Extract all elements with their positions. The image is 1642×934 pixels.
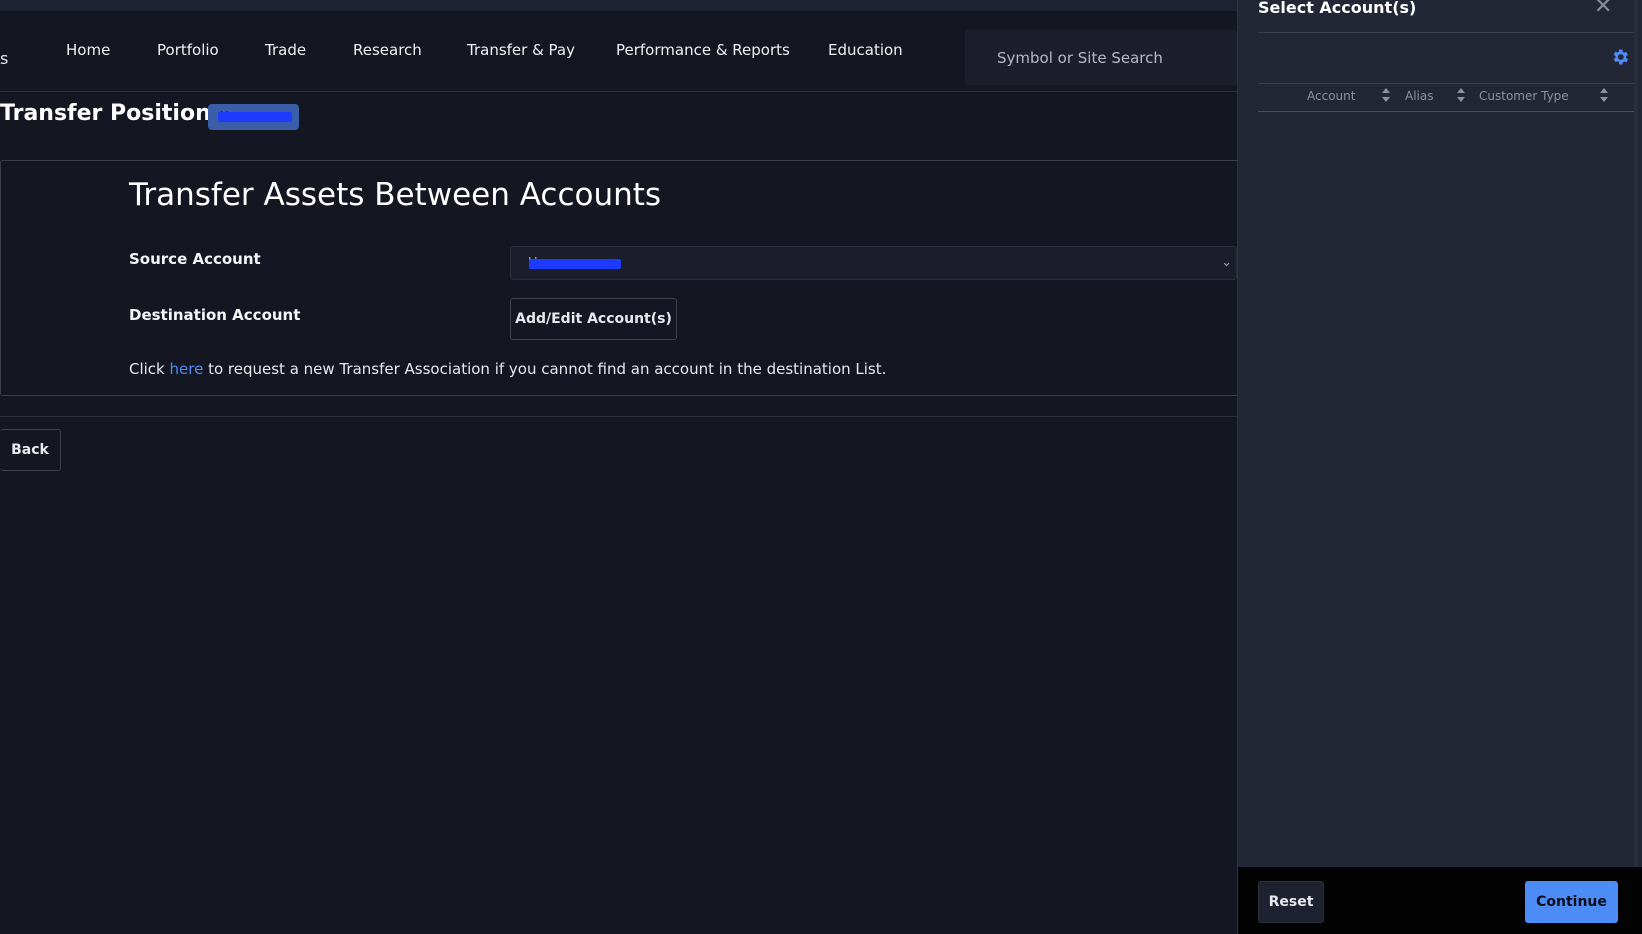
request-association-link[interactable]: here (170, 360, 204, 378)
nav-item-trade[interactable]: Trade (265, 41, 306, 59)
account-badge: U (208, 104, 299, 130)
sort-icon[interactable] (1456, 87, 1466, 103)
column-header-customer-type[interactable]: Customer Type (1479, 89, 1569, 103)
top-strip (0, 0, 1237, 11)
source-account-label: Source Account (129, 250, 261, 268)
sort-icon[interactable] (1599, 87, 1609, 103)
nav-item-home[interactable]: Home (66, 41, 110, 59)
reset-button[interactable]: Reset (1258, 881, 1324, 923)
nav-item-transfer-pay[interactable]: Transfer & Pay (467, 41, 575, 59)
form-heading: Transfer Assets Between Accounts (129, 177, 662, 213)
gear-icon[interactable] (1610, 47, 1630, 67)
nav-item-performance-reports[interactable]: Performance & Reports (616, 41, 790, 59)
search-input[interactable] (965, 30, 1237, 85)
select-accounts-panel: Select Account(s) ✕ Account Alias Custom… (1237, 0, 1642, 934)
site-search[interactable] (965, 30, 1237, 85)
table-header-bottom-rule (1258, 111, 1638, 112)
hint-text-before: Click (129, 360, 170, 378)
destination-account-label: Destination Account (129, 306, 301, 324)
continue-button[interactable]: Continue (1525, 881, 1618, 923)
nav-item-education[interactable]: Education (828, 41, 903, 59)
chevron-down-icon: ⌄ (1221, 255, 1232, 270)
transfer-association-hint: Click here to request a new Transfer Ass… (129, 360, 886, 378)
section-divider (0, 416, 1237, 417)
redaction-mark (529, 259, 621, 269)
page-title: Transfer Positions (0, 101, 224, 126)
add-edit-accounts-button[interactable]: Add/Edit Account(s) (510, 298, 677, 340)
panel-footer: Reset Continue (1238, 867, 1642, 934)
panel-title: Select Account(s) (1258, 0, 1417, 17)
nav-item-research[interactable]: Research (353, 41, 422, 59)
back-button[interactable]: Back (0, 429, 61, 471)
panel-scrollbar[interactable] (1634, 0, 1638, 867)
table-header-top-rule (1258, 83, 1638, 84)
top-navigation: s Home Portfolio Trade Research Transfer… (0, 11, 1237, 92)
hint-text-after: to request a new Transfer Association if… (203, 360, 887, 378)
close-icon[interactable]: ✕ (1594, 0, 1612, 18)
nav-logo-fragment: s (0, 49, 9, 68)
nav-item-portfolio[interactable]: Portfolio (157, 41, 219, 59)
panel-title-divider (1258, 32, 1638, 33)
column-header-alias[interactable]: Alias (1405, 89, 1433, 103)
source-account-select[interactable]: U ⌄ (510, 246, 1237, 280)
sort-icon[interactable] (1381, 87, 1391, 103)
redaction-mark (218, 112, 292, 122)
column-header-account[interactable]: Account (1307, 89, 1355, 103)
